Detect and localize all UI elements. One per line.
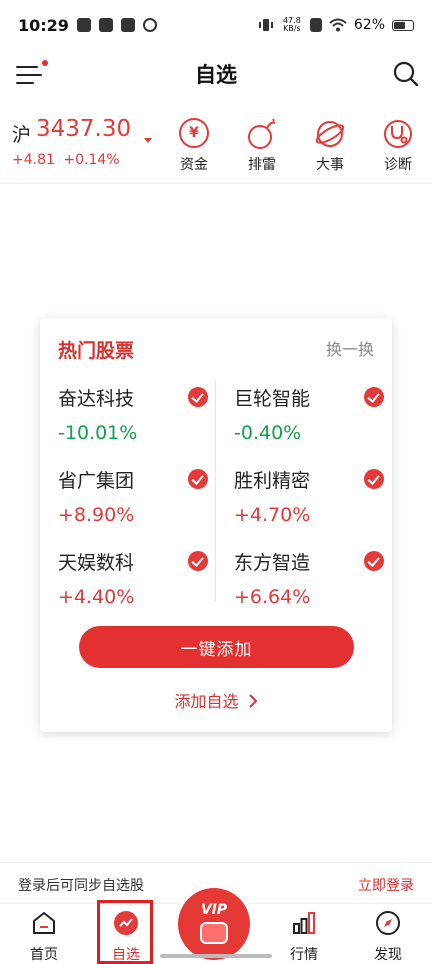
stock-name: 胜利精密 xyxy=(234,470,311,492)
bar-chart-icon xyxy=(293,912,315,934)
bomb-icon xyxy=(248,118,276,149)
tool-events[interactable]: 大事 xyxy=(306,118,354,174)
stock-item[interactable]: 东方智造 +6.64% xyxy=(234,548,384,618)
menu-line-icon xyxy=(16,74,42,76)
stock-name: 天娱数科 xyxy=(58,552,135,574)
index-change-value: +4.81 xyxy=(12,152,55,168)
box-notification-icon xyxy=(120,18,135,32)
battery-fill xyxy=(394,21,405,29)
nav-discover-label: 发现 xyxy=(374,947,402,963)
stock-name: 奋达科技 xyxy=(58,388,135,410)
search-icon[interactable] xyxy=(392,60,420,88)
video-camera-icon xyxy=(200,922,228,944)
checkmark-icon[interactable] xyxy=(364,551,384,571)
add-all-button[interactable]: 一键添加 xyxy=(79,626,354,668)
checkmark-icon[interactable] xyxy=(188,551,208,571)
tool-events-label: 大事 xyxy=(316,157,344,173)
sim-icon xyxy=(309,18,322,32)
stock-item[interactable]: 省广集团 +8.90% xyxy=(58,466,208,536)
compass-icon xyxy=(376,911,400,935)
stock-item[interactable]: 胜利精密 +4.70% xyxy=(234,466,384,536)
chevron-right-icon xyxy=(248,694,257,708)
status-time: 10:29 xyxy=(18,15,69,35)
tool-risk[interactable]: 排雷 xyxy=(238,118,286,174)
tool-risk-label: 排雷 xyxy=(248,157,276,173)
app-notification-icon xyxy=(142,18,157,32)
stock-change: +4.40% xyxy=(58,586,135,608)
menu-button[interactable] xyxy=(16,60,48,88)
stock-item[interactable]: 巨轮智能 -0.40% xyxy=(234,384,384,454)
vip-button[interactable]: VIP xyxy=(178,888,250,960)
stock-change: -10.01% xyxy=(58,422,138,444)
stock-change: +4.70% xyxy=(234,504,311,526)
nav-watchlist-label: 自选 xyxy=(112,947,140,963)
checkmark-icon[interactable] xyxy=(188,469,208,489)
index-change-pct: +0.14% xyxy=(63,152,120,168)
nav-home-label: 首页 xyxy=(30,947,58,963)
yuan-icon: ¥ xyxy=(179,118,209,148)
index-bar: 沪 3437.30 +4.81 +0.14% ¥ 资金 排雷 大事 诊断 xyxy=(0,108,432,184)
tool-funds-label: 资金 xyxy=(180,157,208,173)
nav-discover[interactable]: 发现 xyxy=(358,910,418,964)
tool-diagnosis[interactable]: 诊断 xyxy=(374,118,422,174)
stock-change: +8.90% xyxy=(58,504,135,526)
nav-home[interactable]: 首页 xyxy=(14,910,74,964)
yuan-glyph: ¥ xyxy=(189,125,199,141)
notification-dot xyxy=(42,60,48,66)
planet-icon xyxy=(315,121,345,147)
status-left: 10:29 xyxy=(18,16,157,35)
chevron-down-icon[interactable] xyxy=(144,138,152,143)
stock-item[interactable]: 奋达科技 -10.01% xyxy=(58,384,208,454)
status-bar: 10:29 47.8 KB/s 62% xyxy=(0,0,432,50)
stock-name: 东方智造 xyxy=(234,552,311,574)
stock-name: 省广集团 xyxy=(58,470,135,492)
add-custom-link[interactable]: 添加自选 xyxy=(40,688,392,712)
tiktok-notification-icon xyxy=(76,18,91,32)
index-value: 3437.30 xyxy=(36,116,132,142)
stethoscope-icon xyxy=(384,120,412,148)
index-change: +4.81 +0.14% xyxy=(12,152,120,168)
nav-market-label: 行情 xyxy=(290,947,318,963)
wifi-icon xyxy=(329,18,347,32)
header: 自选 xyxy=(0,50,432,98)
login-now-link[interactable]: 立即登录 xyxy=(358,875,414,895)
checkmark-icon[interactable] xyxy=(364,469,384,489)
tool-funds[interactable]: ¥ 资金 xyxy=(170,118,218,174)
net-speed: 47.8 KB/s xyxy=(281,17,303,33)
stock-name: 巨轮智能 xyxy=(234,388,311,410)
home-icon xyxy=(33,912,55,934)
stock-change: -0.40% xyxy=(234,422,302,444)
checkmark-icon[interactable] xyxy=(188,387,208,407)
status-right: 47.8 KB/s 62% xyxy=(258,17,414,33)
stock-change: +6.64% xyxy=(234,586,311,608)
home-indicator xyxy=(160,954,272,958)
battery-icon xyxy=(392,19,414,31)
mail-notification-icon xyxy=(98,18,113,32)
nav-watchlist[interactable]: 自选 xyxy=(96,910,156,964)
net-speed-unit: KB/s xyxy=(283,24,301,33)
page-title: 自选 xyxy=(195,63,237,87)
checkmark-icon[interactable] xyxy=(364,387,384,407)
watchlist-icon xyxy=(114,911,138,935)
column-divider xyxy=(215,380,216,602)
index-name: 沪 xyxy=(12,124,32,146)
add-custom-label: 添加自选 xyxy=(174,692,239,711)
menu-line-icon xyxy=(16,66,38,68)
tool-diagnosis-label: 诊断 xyxy=(384,157,412,173)
hot-stocks-card: 热门股票 换一换 奋达科技 -10.01% 巨轮智能 -0.40% 省广集团 +… xyxy=(40,318,392,732)
stock-item[interactable]: 天娱数科 +4.40% xyxy=(58,548,208,618)
vibrate-icon xyxy=(258,19,273,31)
login-hint: 登录后可同步自选股 xyxy=(18,878,144,894)
menu-line-icon xyxy=(16,82,34,84)
vip-label: VIP xyxy=(200,902,228,918)
refresh-button[interactable]: 换一换 xyxy=(326,336,374,360)
battery-percent: 62% xyxy=(353,17,385,33)
hot-stocks-title: 热门股票 xyxy=(58,340,135,362)
nav-market[interactable]: 行情 xyxy=(274,910,334,964)
